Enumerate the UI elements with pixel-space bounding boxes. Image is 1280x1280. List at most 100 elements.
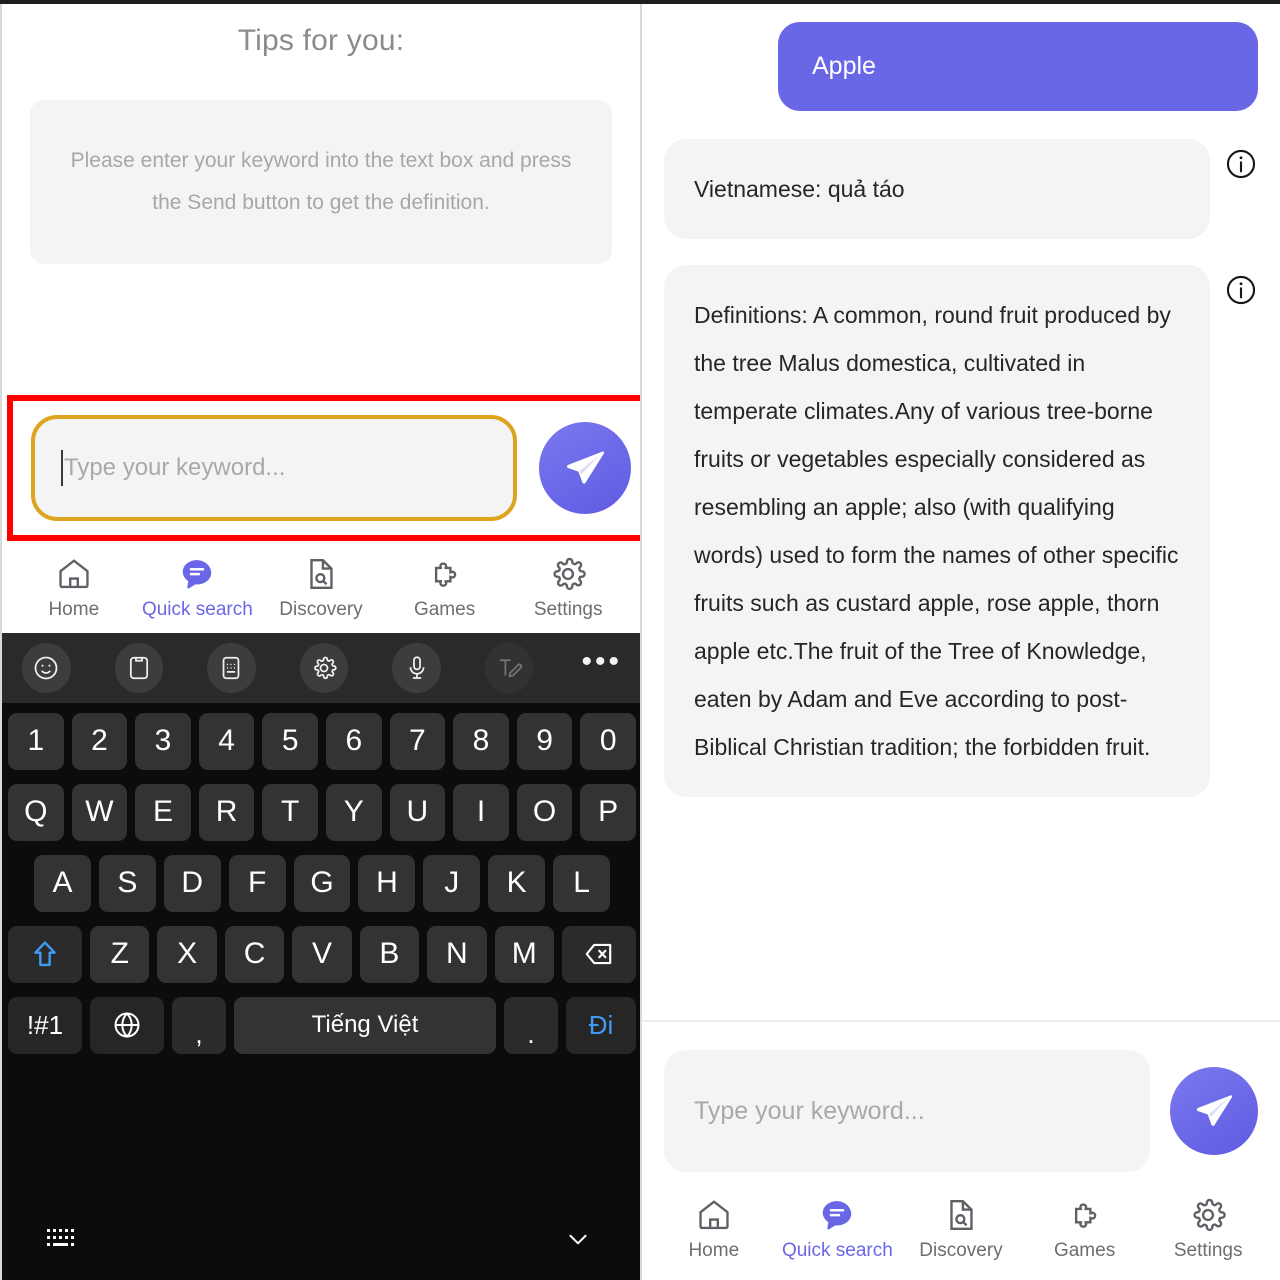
key-a[interactable]: A — [34, 854, 91, 912]
key-r[interactable]: R — [198, 783, 255, 841]
composer-right: Type your keyword... — [642, 1020, 1280, 1182]
keyboard-row-top: Q W E R T Y U I O P — [8, 783, 636, 841]
text-edit-icon — [500, 658, 523, 678]
nav-item-quick-search-right[interactable]: Quick search — [776, 1196, 900, 1262]
chat-bubble-icon — [183, 559, 212, 589]
puzzle-piece-icon — [1074, 1203, 1096, 1228]
key-symbols[interactable]: !#1 — [8, 996, 82, 1054]
chevron-down-icon[interactable] — [558, 1226, 598, 1252]
key-t[interactable]: T — [262, 783, 318, 841]
nav-item-quick-search[interactable]: Quick search — [136, 555, 260, 621]
search-input-right[interactable]: Type your keyword... — [664, 1050, 1150, 1172]
nav-item-discovery-right[interactable]: Discovery — [899, 1196, 1023, 1262]
microphone-icon-button[interactable] — [392, 642, 441, 693]
key-3[interactable]: 3 — [135, 712, 191, 770]
nav-label-settings-right: Settings — [1173, 1240, 1243, 1261]
key-4[interactable]: 4 — [198, 712, 255, 770]
key-period[interactable]: . — [504, 996, 558, 1054]
keyboard-system-bar — [2, 1198, 640, 1280]
page-title: Tips for you: — [237, 24, 405, 57]
key-comma[interactable]: , — [172, 996, 226, 1054]
key-0[interactable]: 0 — [580, 712, 636, 770]
key-w[interactable]: W — [71, 783, 128, 841]
emoji-icon — [34, 656, 58, 679]
info-circle-icon — [1226, 149, 1256, 179]
shift-arrow-icon — [34, 941, 56, 967]
key-language[interactable] — [90, 996, 164, 1054]
nav-item-settings[interactable]: Settings — [506, 555, 630, 621]
keyboard-rows: 1 2 3 4 5 6 7 8 9 0 Q W E R T Y U I O P … — [2, 703, 640, 1199]
key-x[interactable]: X — [157, 925, 217, 983]
tips-card: Please enter your keyword into the text … — [30, 100, 612, 264]
keyboard-row-low: Z X C V B N M — [8, 925, 636, 983]
key-o[interactable]: O — [516, 783, 573, 841]
key-8[interactable]: 8 — [453, 712, 509, 770]
nav-item-settings-right[interactable]: Settings — [1146, 1196, 1270, 1262]
nav-item-discovery[interactable]: Discovery — [259, 555, 383, 621]
key-q[interactable]: Q — [8, 783, 64, 841]
text-edit-icon-button[interactable] — [484, 642, 534, 693]
send-button-right[interactable] — [1170, 1067, 1258, 1155]
key-u[interactable]: U — [389, 783, 446, 841]
nav-label-home: Home — [48, 598, 100, 620]
nav-label-discovery: Discovery — [279, 598, 363, 620]
key-s[interactable]: S — [98, 854, 156, 912]
key-n[interactable]: N — [427, 925, 487, 983]
key-p[interactable]: P — [580, 783, 636, 841]
backspace-icon — [585, 943, 612, 965]
keyboard-settings-icon-button[interactable] — [299, 642, 349, 693]
key-z[interactable]: Z — [90, 925, 150, 983]
key-y[interactable]: Y — [326, 783, 382, 841]
nav-item-games-right[interactable]: Games — [1023, 1196, 1147, 1262]
nav-label-discovery-right: Discovery — [919, 1240, 1003, 1261]
text-caret — [61, 449, 63, 486]
key-c[interactable]: C — [224, 925, 285, 983]
key-backspace[interactable] — [561, 925, 636, 983]
nav-item-games[interactable]: Games — [383, 555, 507, 621]
keyboard-row-bottom: !#1 , Tiếng Việt . Đi — [8, 996, 636, 1054]
top-edge-bar — [0, 0, 1280, 4]
key-go[interactable]: Đi — [566, 996, 636, 1054]
key-5[interactable]: 5 — [262, 712, 318, 770]
emoji-icon-button[interactable] — [22, 642, 71, 693]
bottom-navigation-left: Home Quick search Discovery Games Settin… — [2, 540, 640, 633]
globe-icon — [114, 1012, 140, 1038]
key-l[interactable]: L — [553, 854, 611, 912]
info-button-translation[interactable] — [1224, 147, 1258, 181]
key-1[interactable]: 1 — [8, 712, 64, 770]
keyboard-more-button[interactable]: ••• — [581, 646, 622, 679]
key-6[interactable]: 6 — [326, 712, 382, 770]
chat-message-list[interactable]: Apple Vietnamese: quả táo Definitions: A… — [642, 0, 1280, 1020]
nav-item-home[interactable]: Home — [12, 555, 136, 621]
key-h[interactable]: H — [358, 854, 416, 912]
gear-icon — [553, 557, 586, 590]
key-g[interactable]: G — [293, 854, 351, 912]
clipboard-icon-button[interactable] — [114, 642, 164, 693]
key-v[interactable]: V — [292, 925, 352, 983]
key-b[interactable]: B — [359, 925, 420, 983]
key-2[interactable]: 2 — [71, 712, 128, 770]
key-m[interactable]: M — [494, 925, 554, 983]
send-button[interactable] — [539, 421, 631, 514]
info-button-definition[interactable] — [1224, 273, 1258, 307]
nav-label-home-right: Home — [688, 1240, 740, 1261]
key-d[interactable]: D — [163, 854, 221, 912]
keyboard-icon[interactable] — [46, 1226, 80, 1252]
nav-item-home-right[interactable]: Home — [652, 1196, 776, 1262]
key-j[interactable]: J — [423, 854, 481, 912]
key-7[interactable]: 7 — [389, 712, 446, 770]
search-input[interactable]: Type your keyword... — [31, 414, 517, 521]
key-i[interactable]: I — [453, 783, 509, 841]
key-shift[interactable] — [8, 925, 83, 983]
microphone-icon — [409, 655, 425, 679]
key-k[interactable]: K — [488, 854, 546, 912]
keyboard-panel-icon-button[interactable] — [207, 642, 256, 693]
key-f[interactable]: F — [228, 854, 286, 912]
puzzle-piece-icon — [434, 561, 456, 587]
key-e[interactable]: E — [135, 783, 191, 841]
chat-bubble-icon — [823, 1201, 852, 1230]
left-panel: Tips for you: Please enter your keyword … — [0, 0, 640, 1280]
key-9[interactable]: 9 — [516, 712, 573, 770]
key-space[interactable]: Tiếng Việt — [234, 996, 496, 1054]
